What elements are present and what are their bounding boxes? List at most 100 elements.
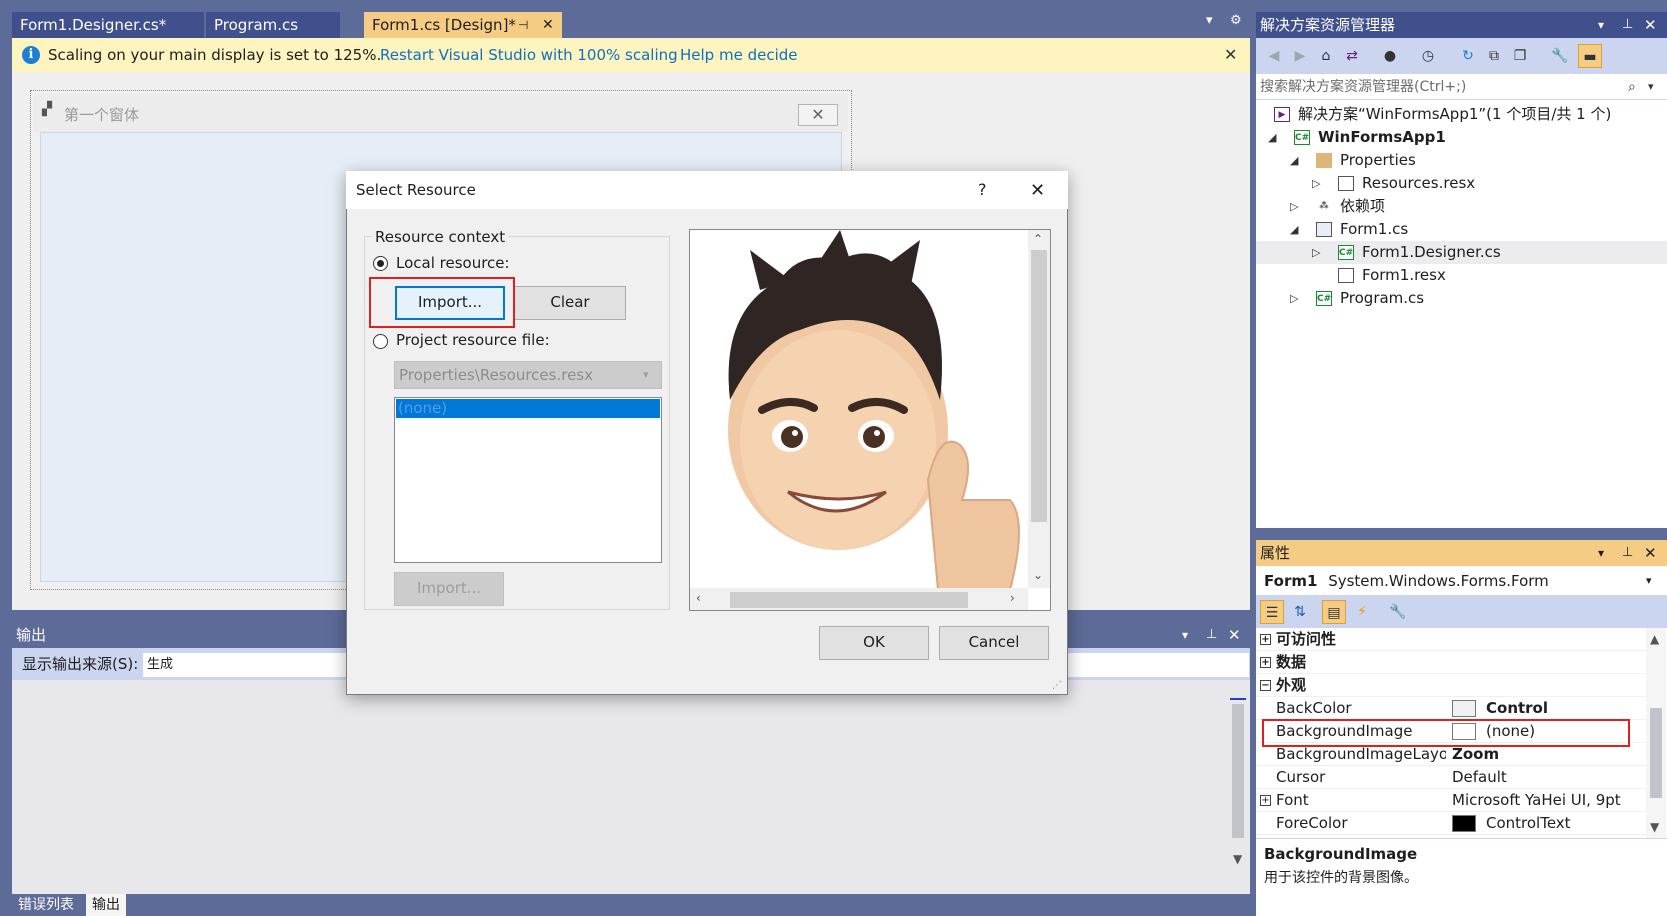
project-resource-radio[interactable] — [373, 334, 388, 349]
expand-plus-icon[interactable]: + — [1260, 795, 1271, 806]
tree-item-project[interactable]: ◢ C# WinFormsApp1 — [1256, 126, 1667, 149]
scroll-up-arrow-icon[interactable]: ▲ — [1650, 632, 1659, 646]
scroll-up-arrow-icon[interactable]: ⌃ — [1033, 232, 1043, 246]
preview-vertical-thumb[interactable] — [1031, 250, 1047, 522]
globe-icon[interactable]: ● — [1378, 44, 1402, 68]
tree-item-dependencies[interactable]: ▷ ⁂ 依赖项 — [1256, 195, 1667, 218]
home-icon[interactable]: ⌂ — [1314, 44, 1338, 68]
close-tab-icon[interactable]: ✕ — [542, 12, 554, 38]
output-dropdown-icon[interactable]: ▾ — [1182, 622, 1188, 648]
object-name: Form1 — [1264, 572, 1318, 590]
pr-close-icon[interactable]: ✕ — [1644, 540, 1657, 566]
scroll-right-arrow-icon[interactable]: › — [1010, 591, 1015, 605]
pin-icon[interactable]: ⊣ — [518, 12, 528, 38]
collapse-minus-icon[interactable]: − — [1260, 680, 1271, 691]
collapse-all-icon[interactable]: ⧉ — [1482, 44, 1506, 68]
local-resource-label[interactable]: Local resource: — [396, 254, 510, 272]
close-infobar-icon[interactable]: ✕ — [1224, 38, 1237, 72]
scroll-down-arrow-icon[interactable]: ▼ — [1650, 820, 1659, 834]
search-icon[interactable]: ⌕ — [1628, 74, 1636, 100]
tab-form1-designer-cs[interactable]: Form1.Designer.cs* — [12, 12, 204, 38]
tree-item-program-cs[interactable]: ▷ C# Program.cs — [1256, 287, 1667, 310]
clear-button[interactable]: Clear — [514, 286, 626, 320]
properties-object-selector[interactable]: Form1 System.Windows.Forms.Form ▾ — [1256, 566, 1667, 596]
preview-selected-icon[interactable]: ▬ — [1578, 44, 1602, 68]
collapsed-chevron-icon[interactable]: ▷ — [1290, 287, 1298, 310]
pr-dropdown-icon[interactable]: ▾ — [1598, 540, 1604, 566]
output-pin-icon[interactable]: ⊥ — [1206, 622, 1217, 648]
clear-button-label: Clear — [550, 293, 590, 311]
refresh-icon[interactable]: ↻ — [1456, 44, 1480, 68]
object-type: System.Windows.Forms.Form — [1328, 572, 1549, 590]
tree-item-form1-resx[interactable]: Form1.resx — [1256, 264, 1667, 287]
alphabetical-icon[interactable]: ⇅ — [1288, 600, 1312, 624]
property-grid-scrollbar[interactable]: ▲ ▼ — [1646, 628, 1666, 838]
events-lightning-icon[interactable]: ⚡ — [1350, 600, 1374, 624]
expanded-chevron-icon[interactable]: ◢ — [1268, 126, 1276, 149]
scroll-left-arrow-icon[interactable]: ‹ — [696, 591, 701, 605]
expanded-chevron-icon[interactable]: ◢ — [1290, 218, 1298, 241]
se-pin-icon[interactable]: ⊥ — [1622, 12, 1633, 38]
property-backcolor[interactable]: BackColor Control — [1256, 697, 1646, 720]
solution-explorer-search[interactable]: 搜索解决方案资源管理器(Ctrl+;) ⌕ ▾ — [1256, 74, 1667, 100]
tab-program-cs[interactable]: Program.cs — [206, 12, 340, 38]
categorized-icon[interactable]: ☰ — [1260, 600, 1284, 624]
properties-wrench-icon[interactable]: 🔧 — [1548, 44, 1572, 68]
se-dropdown-icon[interactable]: ▾ — [1598, 12, 1604, 38]
restart-scaling-link[interactable]: Restart Visual Studio with 100% scaling — [380, 38, 678, 72]
tree-item-solution[interactable]: ▶ 解决方案“WinFormsApp1”(1 个项目/共 1 个) — [1256, 103, 1667, 126]
category-data[interactable]: + 数据 — [1256, 651, 1646, 674]
scroll-down-arrow-icon[interactable]: ⌄ — [1033, 568, 1043, 582]
preview-horizontal-thumb[interactable] — [730, 592, 968, 608]
project-resource-label[interactable]: Project resource file: — [396, 331, 550, 349]
output-vertical-scrollbar[interactable]: ▼ — [1226, 680, 1250, 894]
collapsed-chevron-icon[interactable]: ▷ — [1290, 195, 1298, 218]
output-close-icon[interactable]: ✕ — [1228, 622, 1241, 648]
forward-icon[interactable]: ▶ — [1288, 44, 1312, 68]
scroll-thumb[interactable] — [1650, 708, 1662, 798]
resx-path: Properties\Resources.resx — [399, 366, 593, 384]
dialog-close-icon[interactable]: ✕ — [1030, 180, 1045, 201]
tab-dropdown-icon[interactable]: ▾ — [1206, 13, 1213, 28]
local-resource-radio[interactable] — [373, 256, 388, 271]
properties-view-icon[interactable]: ▤ — [1322, 600, 1346, 624]
help-icon[interactable]: ? — [978, 180, 987, 199]
search-options-icon[interactable]: ▾ — [1648, 74, 1654, 100]
property-pages-wrench-icon[interactable]: 🔧 — [1386, 600, 1410, 624]
tab-form1-design[interactable]: Form1.cs [Design]* ⊣ ✕ — [364, 12, 562, 38]
expand-plus-icon[interactable]: + — [1260, 657, 1271, 668]
properties-title: 属性 — [1260, 544, 1291, 562]
output-text-area[interactable] — [12, 680, 1250, 894]
color-swatch — [1452, 815, 1476, 832]
ok-button[interactable]: OK — [819, 626, 929, 660]
switch-views-icon[interactable]: ⇄ — [1340, 44, 1364, 68]
object-dropdown-icon[interactable]: ▾ — [1646, 566, 1652, 596]
collapsed-chevron-icon[interactable]: ▷ — [1312, 241, 1320, 264]
category-appearance[interactable]: − 外观 — [1256, 674, 1646, 697]
scroll-thumb[interactable] — [1232, 704, 1244, 838]
settings-gear-icon[interactable]: ⚙ — [1230, 13, 1242, 28]
tree-item-resources-resx[interactable]: ▷ Resources.resx — [1256, 172, 1667, 195]
category-accessibility[interactable]: + 可访问性 — [1256, 628, 1646, 651]
expanded-chevron-icon[interactable]: ◢ — [1290, 149, 1298, 172]
tab-error-list[interactable]: 错误列表 — [12, 894, 80, 916]
cancel-button[interactable]: Cancel — [939, 626, 1049, 660]
se-close-icon[interactable]: ✕ — [1644, 12, 1657, 38]
back-icon[interactable]: ◀ — [1262, 44, 1286, 68]
pending-changes-icon[interactable]: ◷ — [1416, 44, 1440, 68]
tree-item-properties[interactable]: ◢ Properties — [1256, 149, 1667, 172]
scroll-down-arrow-icon[interactable]: ▼ — [1233, 852, 1242, 866]
property-forecolor[interactable]: ForeColor ControlText — [1256, 812, 1646, 835]
show-all-files-icon[interactable]: ❐ — [1508, 44, 1532, 68]
tab-output[interactable]: 输出 — [86, 894, 126, 916]
se-search-placeholder: 搜索解决方案资源管理器(Ctrl+;) — [1260, 79, 1467, 95]
tree-item-form1-designer-cs[interactable]: ▷ C# Form1.Designer.cs — [1256, 241, 1667, 264]
help-me-decide-link[interactable]: Help me decide — [680, 38, 798, 72]
resize-grip-icon[interactable]: ⋰ — [1052, 680, 1062, 691]
property-font[interactable]: + Font Microsoft YaHei UI, 9pt — [1256, 789, 1646, 812]
pr-pin-icon[interactable]: ⊥ — [1622, 540, 1633, 566]
expand-plus-icon[interactable]: + — [1260, 634, 1271, 645]
tree-item-form1-cs[interactable]: ◢ Form1.cs — [1256, 218, 1667, 241]
collapsed-chevron-icon[interactable]: ▷ — [1312, 172, 1320, 195]
property-cursor[interactable]: Cursor Default — [1256, 766, 1646, 789]
